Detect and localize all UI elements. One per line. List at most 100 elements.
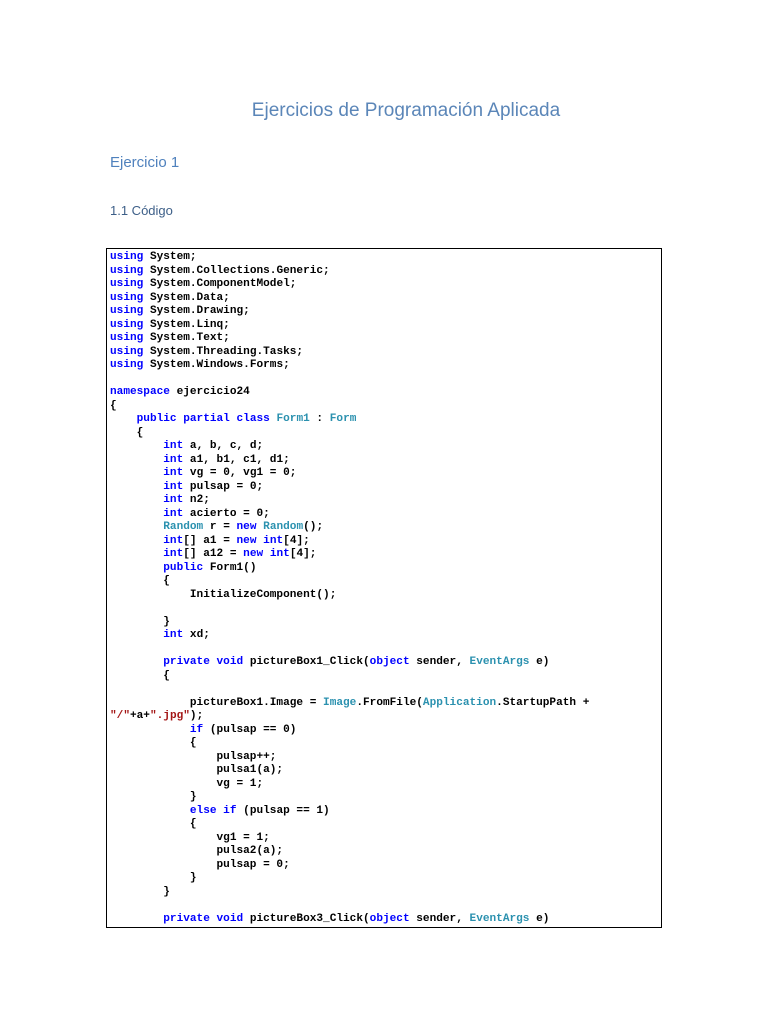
code-line: } — [110, 791, 589, 805]
code-line: int a, b, c, d; — [110, 440, 589, 454]
code-keyword: if — [189, 723, 204, 736]
code-type: Form — [329, 413, 357, 425]
code-text: InitializeComponent(); — [110, 588, 337, 601]
code-text: pulsap = 0; — [110, 858, 290, 871]
code-text: a, b, c, d; — [183, 440, 264, 452]
code-type: Form1 — [276, 413, 310, 425]
code-text: n2; — [183, 494, 210, 506]
code-keyword: object — [369, 656, 410, 668]
code-text: pulsa2(a); — [110, 845, 284, 857]
code-text: pictureBox1_Click( — [243, 656, 370, 668]
code-text: +a+ — [129, 710, 150, 722]
code-text: { — [110, 737, 197, 749]
code-line: pulsa2(a); — [110, 845, 589, 859]
code-line: pulsa1(a); — [110, 764, 589, 778]
heading-ejercicio-1: Ejercicio 1 — [110, 154, 180, 171]
code-line: namespace ejercicio24 — [110, 386, 589, 400]
code-type: EventArgs — [469, 656, 530, 668]
code-type: Application — [422, 696, 497, 709]
code-text: System.Windows.Forms; — [143, 359, 290, 371]
document-title: Ejercicios de Programación Aplicada — [251, 100, 561, 121]
code-keyword: int — [163, 453, 184, 466]
code-text: System.Data; — [143, 291, 230, 304]
code-keyword: int — [263, 534, 284, 547]
code-text: r = — [203, 521, 237, 533]
code-string: "/" — [110, 710, 130, 722]
code-text: acierto = 0; — [183, 507, 270, 520]
code-keyword: int — [163, 629, 184, 641]
code-keyword: object — [369, 912, 410, 925]
code-keyword: using — [110, 359, 144, 371]
code-line: { — [110, 575, 589, 589]
code-line: int n2; — [110, 494, 589, 508]
code-text: a1, b1, c1, d1; — [183, 453, 290, 466]
code-line: else if (pulsap == 1) — [110, 805, 589, 819]
code-line: using System.Windows.Forms; — [110, 359, 589, 373]
code-text: pulsap = 0; — [183, 480, 264, 493]
code-keyword: using — [110, 318, 144, 331]
code-text: [] a1 = — [183, 534, 237, 547]
code-keyword: int — [163, 440, 184, 452]
code-line: int vg = 0, vg1 = 0; — [110, 467, 589, 481]
code-line: } — [110, 872, 589, 886]
code-keyword: namespace — [110, 386, 170, 398]
code-text: { — [110, 399, 117, 412]
code-text: System.Collections.Generic; — [143, 264, 330, 277]
code-line: } — [110, 886, 589, 900]
code-text: Form1() — [203, 561, 257, 574]
code-string: ".jpg" — [149, 710, 190, 722]
code-text: System.Drawing; — [143, 305, 250, 317]
code-text: vg = 1; — [110, 777, 264, 790]
code-type: Image — [323, 696, 357, 709]
code-line: InitializeComponent(); — [110, 589, 589, 603]
code-keyword: using — [110, 345, 144, 358]
code-text: { — [110, 575, 170, 587]
code-text: [4]; — [283, 534, 310, 547]
code-text: } — [110, 791, 197, 803]
code-line: using System; — [110, 251, 589, 265]
code-text: } — [110, 885, 170, 898]
code-keyword: new — [236, 534, 257, 547]
code-text: ); — [189, 710, 204, 722]
code-text: (); — [303, 521, 324, 533]
code-line: vg1 = 1; — [110, 832, 589, 846]
code-keyword: int — [163, 480, 184, 493]
code-text: pulsap++; — [110, 750, 277, 763]
code-text: [] a12 = — [183, 548, 244, 560]
code-line: using System.Collections.Generic; — [110, 265, 589, 279]
code-block: using System; using System.Collections.Ge… — [106, 248, 662, 928]
code-text: System; — [143, 251, 197, 263]
code-type: Random — [163, 521, 204, 533]
code-line: pulsap++; — [110, 751, 589, 765]
code-line: pictureBox1.Image = Image.FromFile(Appli… — [110, 697, 589, 711]
code-line: int xd; — [110, 629, 589, 643]
code-keyword: new — [236, 521, 257, 533]
code-text: .StartupPath + — [496, 696, 590, 709]
code-line: int a1, b1, c1, d1; — [110, 454, 589, 468]
code-line: vg = 1; — [110, 778, 589, 792]
code-keyword: using — [110, 264, 144, 277]
code-keyword: int — [163, 548, 184, 560]
code-line: Random r = new Random(); — [110, 521, 589, 535]
code-line: using System.Text; — [110, 332, 589, 346]
code-line: { — [110, 818, 589, 832]
code-text: { — [110, 669, 170, 682]
code-text: { — [110, 426, 144, 439]
code-line: public partial class Form1 : Form — [110, 413, 589, 427]
code-text: [4]; — [289, 548, 317, 560]
code-keyword: using — [110, 278, 144, 290]
code-line: { — [110, 400, 589, 414]
